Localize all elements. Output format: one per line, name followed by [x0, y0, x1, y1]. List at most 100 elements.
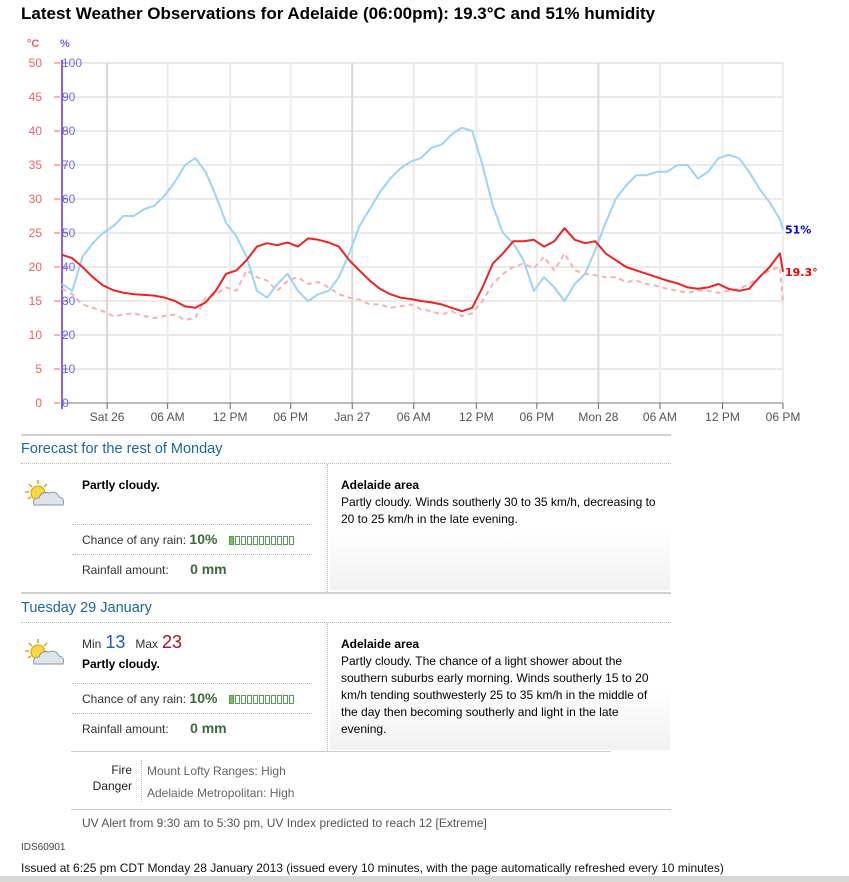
rain-bar-cell — [234, 694, 240, 704]
y-tick-label-humidity: 80 — [62, 124, 76, 138]
x-tick-label: 06 AM — [151, 410, 185, 424]
y-tick-label-humidity: 10 — [62, 362, 76, 376]
fire-label-line: Danger — [92, 779, 132, 793]
rain-bar-cell — [282, 694, 288, 704]
y-tick-label-humidity: 0 — [62, 396, 69, 410]
forecast-tomorrow-heading: Tuesday 29 January — [21, 600, 152, 616]
rain-bar-cell — [270, 694, 276, 704]
divider — [72, 554, 312, 555]
section-divider — [21, 434, 671, 436]
y-tick-label-celsius: 45 — [29, 90, 43, 104]
chart-grid — [62, 62, 784, 403]
rain-amount-label: Rainfall amount: — [82, 563, 169, 577]
max-temp: 23 — [162, 632, 183, 652]
x-tick-label: 06 PM — [520, 410, 555, 424]
rain-bar-cell — [258, 694, 264, 704]
divider — [72, 683, 312, 684]
divider — [141, 760, 142, 802]
divider — [21, 463, 671, 464]
divider — [327, 464, 328, 592]
area-text: Partly cloudy. Winds southerly 30 to 35 … — [341, 495, 656, 526]
y-tick-label-humidity: 20 — [62, 328, 76, 342]
x-tick-label: 06 AM — [397, 410, 431, 424]
min-max: Min 13 Max 23 — [82, 632, 182, 653]
rain-bar-cell — [228, 694, 234, 704]
x-tick-label: 12 PM — [459, 410, 494, 424]
area-heading: Adelaide area — [341, 478, 420, 492]
x-tick-label: 06 PM — [273, 410, 308, 424]
y-tick-label-celsius: 5 — [35, 362, 42, 376]
rain-amount-row: Rainfall amount: 0 mm — [82, 561, 227, 577]
rain-bar-cell — [234, 535, 240, 545]
section-divider — [21, 592, 671, 594]
product-id: IDS60901 — [21, 842, 66, 853]
rain-chance-label: Chance of any rain: — [82, 692, 187, 706]
rain-bar-cell — [264, 535, 270, 545]
rain-chance-label: Chance of any rain: — [82, 533, 187, 547]
x-tick-label: Sat 26 — [90, 410, 125, 424]
y-axis-unit-percent: % — [60, 38, 70, 50]
forecast-today-heading: Forecast for the rest of Monday — [21, 441, 223, 457]
rain-amount-value: 0 mm — [190, 561, 227, 577]
fire-danger-label: Fire Danger — [80, 762, 132, 794]
y-tick-label-celsius: 50 — [29, 56, 43, 70]
series-end-label: 51% — [785, 224, 811, 237]
rain-bar-cell — [276, 535, 282, 545]
rain-chance-value: 10% — [189, 690, 218, 706]
rain-bar-cell — [264, 694, 270, 704]
x-tick-label: 12 PM — [213, 410, 248, 424]
y-tick-label-celsius: 20 — [29, 260, 43, 274]
bottom-bar — [0, 876, 849, 882]
chart-labels: 0 0 5 10 10 20 15 30 20 40 25 50 30 60 35 70 40 80 45 90 50 1… — [27, 38, 818, 424]
rain-bar-cell — [258, 535, 264, 545]
rain-amount-label: Rainfall amount: — [82, 722, 169, 736]
area-heading: Adelaide area — [341, 637, 420, 651]
area-text: Partly cloudy. The chance of a light sho… — [341, 654, 649, 736]
partly-cloudy-icon — [24, 637, 66, 672]
y-tick-label-humidity: 50 — [62, 226, 76, 240]
y-axis-unit-celsius: °C — [27, 38, 39, 50]
rain-amount-row: Rainfall amount: 0 mm — [82, 720, 227, 736]
x-tick-label: Mon 28 — [578, 410, 618, 424]
min-label: Min — [82, 637, 102, 651]
forecast-summary: Partly cloudy. — [82, 657, 160, 671]
y-tick-label-humidity: 30 — [62, 294, 76, 308]
forecast-summary: Partly cloudy. — [82, 478, 160, 492]
x-tick-label: 12 PM — [705, 410, 740, 424]
rain-bar-cell — [228, 535, 234, 545]
y-tick-label-celsius: 0 — [35, 396, 42, 410]
series-line-dew-point-apparent — [61, 252, 784, 321]
uv-alert: UV Alert from 9:30 am to 5:30 pm, UV Ind… — [82, 816, 487, 830]
rain-bar-cell — [282, 535, 288, 545]
y-tick-label-celsius: 15 — [29, 294, 43, 308]
divider — [71, 751, 611, 752]
x-tick-label: 06 AM — [643, 410, 677, 424]
partly-cloudy-icon — [24, 478, 66, 513]
area-forecast: Adelaide area Partly cloudy. The chance … — [341, 636, 661, 738]
rain-bar-cell — [276, 694, 282, 704]
area-forecast: Adelaide area Partly cloudy. Winds south… — [341, 477, 661, 528]
series-line-temperature — [61, 227, 784, 313]
issued-notice: Issued at 6:25 pm CDT Monday 28 January … — [21, 861, 724, 875]
y-tick-label-humidity: 100 — [62, 56, 82, 70]
divider — [21, 622, 671, 623]
rain-bar-cell — [252, 535, 258, 545]
rain-chance-row: Chance of any rain: 10% — [82, 531, 295, 548]
rain-chance-bar — [228, 534, 295, 548]
weather-chart: 0 0 5 10 10 20 15 30 20 40 25 50 30 60 35 70 40 80 45 90 50 1… — [27, 38, 818, 424]
divider — [327, 623, 328, 751]
rain-chance-row: Chance of any rain: 10% — [82, 690, 295, 707]
divider — [72, 524, 312, 525]
fire-danger-district: Mount Lofty Ranges: High — [147, 764, 286, 778]
x-tick-label: 06 PM — [766, 410, 801, 424]
y-tick-label-celsius: 30 — [29, 192, 43, 206]
min-temp: 13 — [105, 632, 126, 652]
chart-axes — [54, 60, 784, 409]
rain-bar-cell — [246, 694, 252, 704]
rain-bar-cell — [288, 694, 294, 704]
y-tick-label-humidity: 40 — [62, 260, 76, 274]
y-tick-label-celsius: 40 — [29, 124, 43, 138]
rain-bar-cell — [240, 694, 246, 704]
max-label: Max — [135, 637, 159, 651]
y-tick-label-humidity: 60 — [62, 192, 76, 206]
